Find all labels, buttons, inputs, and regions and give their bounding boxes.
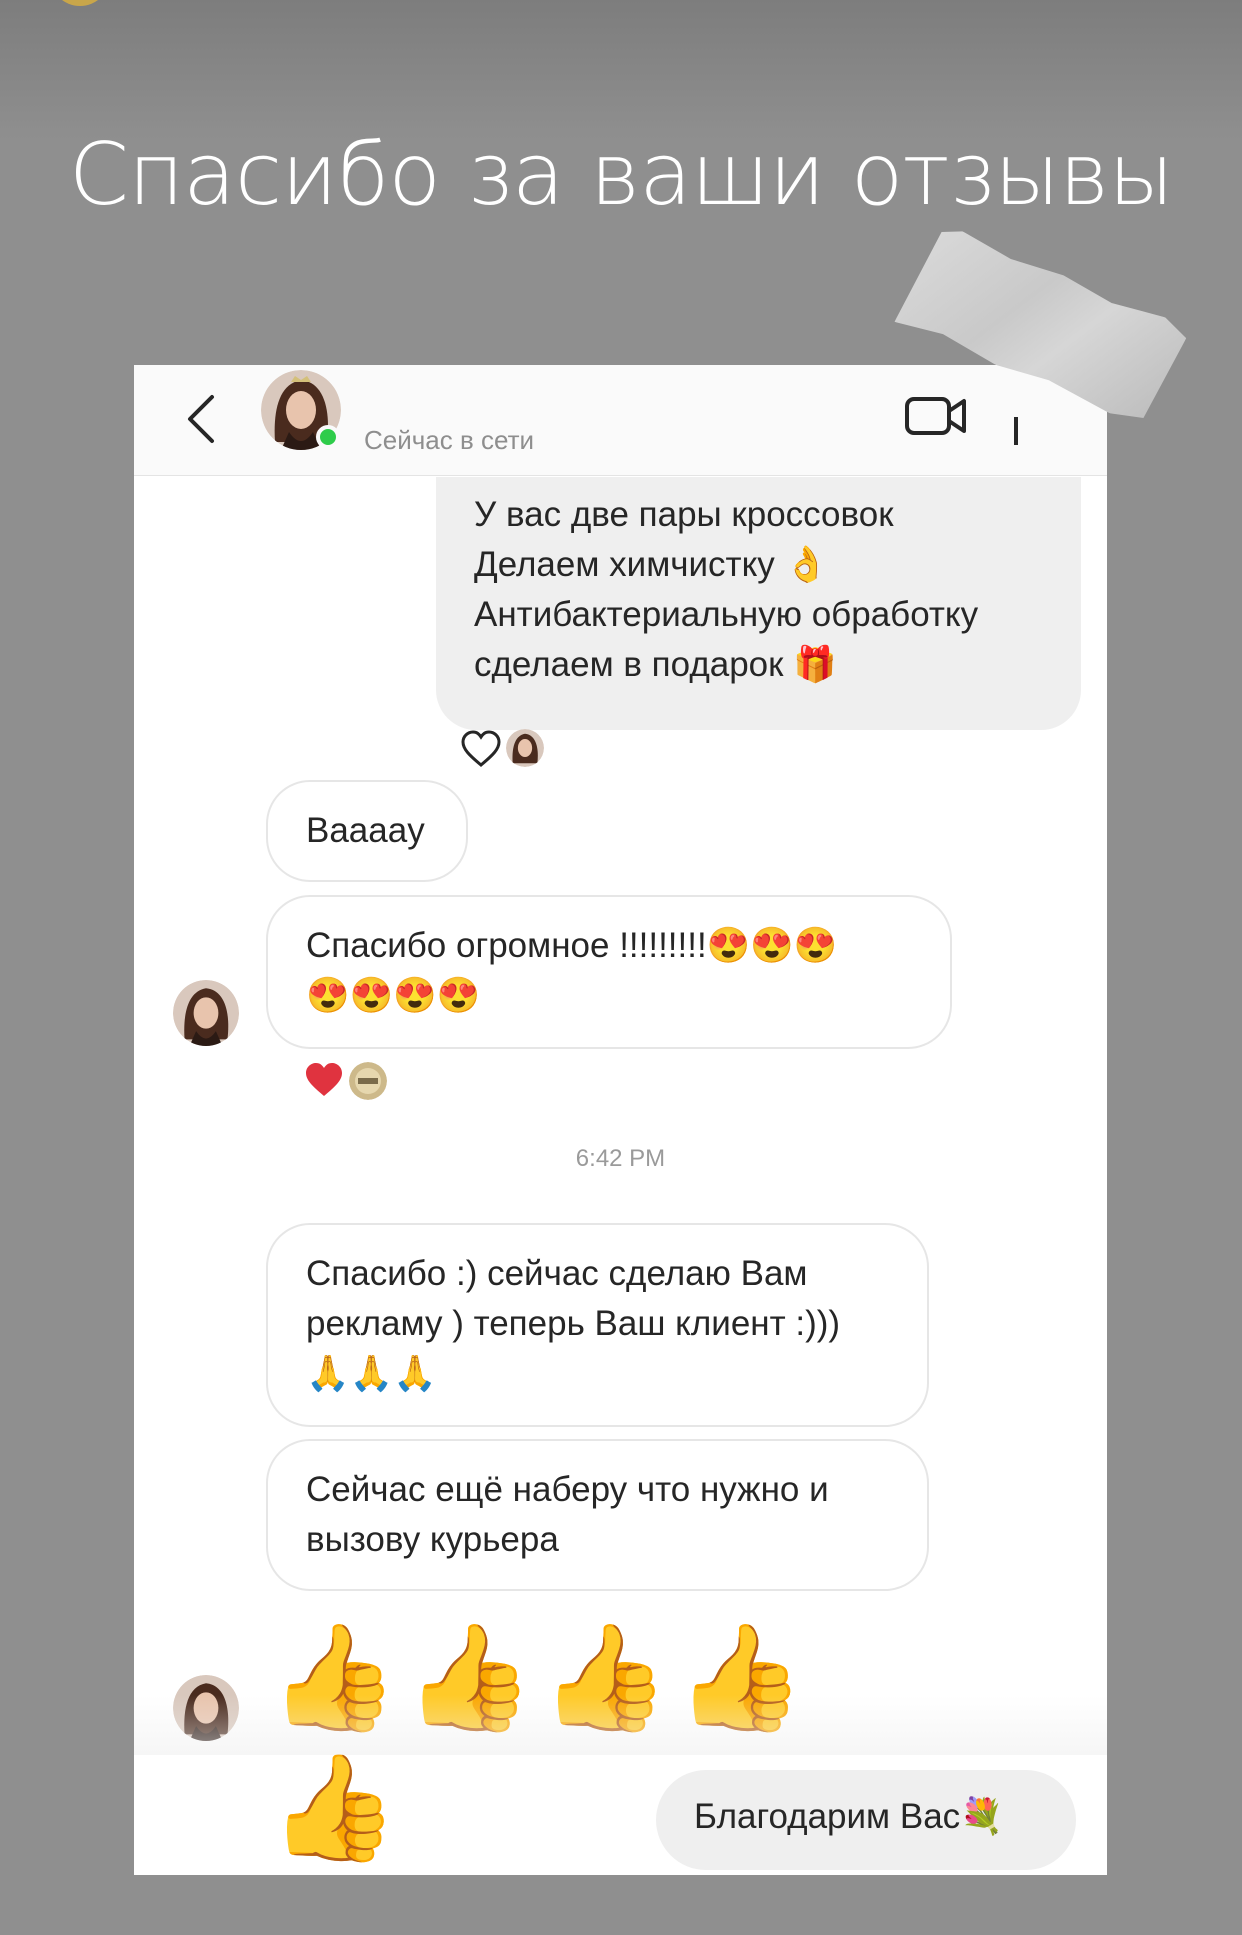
message-text: У вас две пары кроссовок Делаем химчистк… xyxy=(474,495,979,684)
info-icon[interactable] xyxy=(1006,409,1026,449)
online-status: Сейчас в сети xyxy=(364,425,535,455)
chat-screenshot: Сейчас в сети У вас две пары кроссовок Д… xyxy=(134,365,1107,1875)
message-text: Спасибо огромное !!!!!!!!!😍😍😍 😍😍😍😍 xyxy=(306,926,838,1015)
message-text: Сейчас ещё наберу что нужно и вызову кур… xyxy=(306,1470,829,1559)
background-top xyxy=(0,0,1242,140)
message-timestamp: 6:42 PM xyxy=(575,1145,666,1172)
video-call-icon[interactable] xyxy=(904,391,968,441)
heart-filled-icon[interactable] xyxy=(302,1060,346,1100)
incoming-message[interactable]: Спасибо огромное !!!!!!!!!😍😍😍 😍😍😍😍 xyxy=(266,895,952,1049)
fade-overlay xyxy=(134,1695,1107,1755)
chat-header: Сейчас в сети xyxy=(134,365,1107,476)
incoming-message[interactable]: Вааааy xyxy=(266,780,468,882)
message-list: У вас две пары кроссовок Делаем химчистк… xyxy=(134,477,1107,1875)
back-arrow-icon[interactable] xyxy=(182,391,222,447)
message-text: Вааааy xyxy=(306,811,425,850)
story-title: Спасибо за ваши отзывы xyxy=(68,125,1174,225)
message-text: Спасибо :) сейчас сделаю Вам рекламу ) т… xyxy=(306,1254,841,1393)
heart-outline-icon[interactable] xyxy=(459,729,503,769)
incoming-message[interactable]: Спасибо :) сейчас сделаю Вам рекламу ) т… xyxy=(266,1223,929,1427)
outgoing-message[interactable]: Благодарим Вас💐 xyxy=(656,1770,1076,1870)
incoming-message[interactable]: Сейчас ещё наберу что нужно и вызову кур… xyxy=(266,1439,929,1591)
contact-avatar-small[interactable] xyxy=(173,980,239,1046)
outgoing-message[interactable]: У вас две пары кроссовок Делаем химчистк… xyxy=(436,477,1081,730)
online-indicator xyxy=(316,425,340,449)
message-text: Благодарим Вас💐 xyxy=(694,1797,1004,1836)
reaction-avatar xyxy=(349,1062,387,1100)
reaction-avatar xyxy=(506,729,544,767)
